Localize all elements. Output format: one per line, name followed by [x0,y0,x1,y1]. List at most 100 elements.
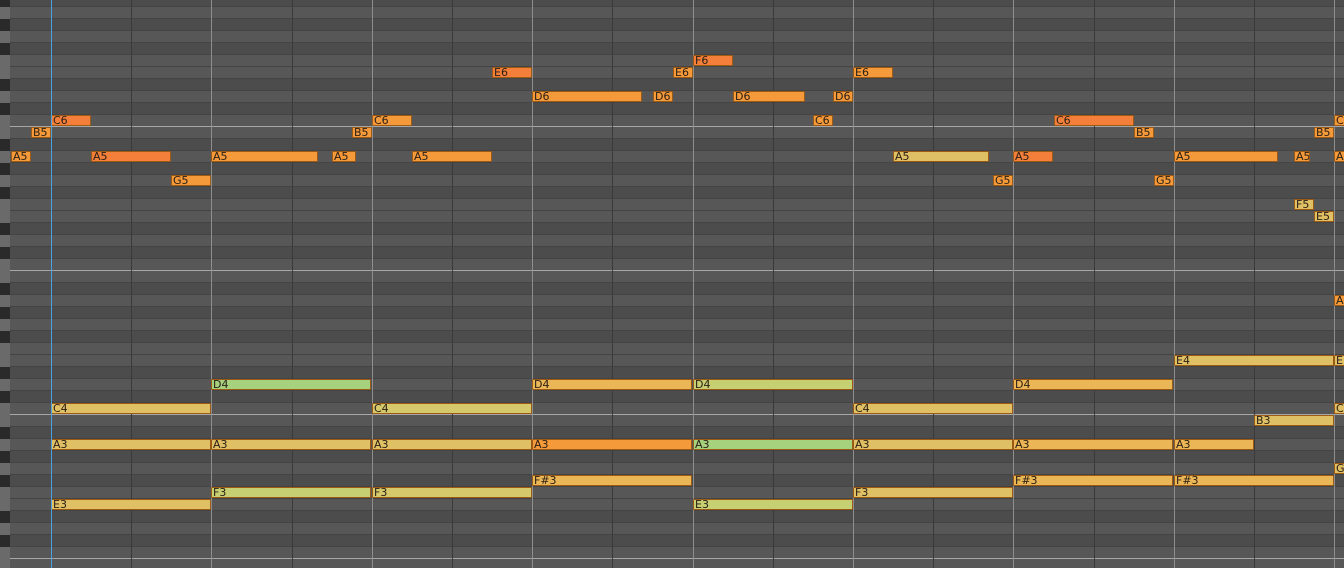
midi-note-c6[interactable]: C6 [1334,115,1344,126]
midi-note-e3[interactable]: E3 [51,499,211,510]
piano-key-a-sharp5[interactable] [0,139,10,151]
piano-key-c-sharp6[interactable] [0,103,10,115]
midi-note-a3[interactable]: A3 [853,439,1013,450]
midi-note-f-sharp3[interactable]: F#3 [532,475,692,486]
piano-key-c6[interactable] [0,115,10,127]
midi-note-f3[interactable]: F3 [211,487,371,498]
midi-note-a5[interactable]: A5 [893,151,989,162]
midi-note-b5[interactable]: B5 [31,127,51,138]
piano-key-c-sharp5[interactable] [0,247,10,259]
piano-key-g-sharp6[interactable] [0,19,10,31]
midi-note-c4[interactable]: C4 [372,403,532,414]
midi-note-a5[interactable]: A5 [91,151,171,162]
piano-key-f-sharp4[interactable] [0,331,10,343]
midi-note-a3[interactable]: A3 [693,439,853,450]
midi-note-b3[interactable]: B3 [1254,415,1334,426]
midi-note-a3[interactable]: A3 [211,439,371,450]
piano-keyboard-strip[interactable] [0,0,10,568]
piano-key-a-sharp6[interactable] [0,0,10,7]
piano-key-c5[interactable] [0,259,10,271]
piano-key-g5[interactable] [0,175,10,187]
piano-key-a6[interactable] [0,7,10,19]
piano-key-d-sharp6[interactable] [0,79,10,91]
midi-note-d4[interactable]: D4 [1013,379,1173,390]
midi-note-g5[interactable]: G5 [993,175,1013,186]
piano-key-b2[interactable] [0,559,10,568]
midi-note-f-sharp3[interactable]: F#3 [1174,475,1334,486]
piano-key-f4[interactable] [0,343,10,355]
midi-note-a4[interactable]: A [1334,295,1344,306]
midi-note-f5[interactable]: F5 [1294,199,1314,210]
midi-note-c4[interactable]: C4 [853,403,1013,414]
piano-key-e5[interactable] [0,211,10,223]
piano-key-d-sharp3[interactable] [0,511,10,523]
piano-key-d3[interactable] [0,523,10,535]
midi-note-e4[interactable]: E4 [1174,355,1334,366]
piano-key-b4[interactable] [0,271,10,283]
piano-key-c3[interactable] [0,547,10,559]
piano-key-e3[interactable] [0,499,10,511]
midi-note-d6[interactable]: D6 [532,91,642,102]
midi-note-d6[interactable]: D6 [653,91,673,102]
piano-roll-editor[interactable]: A5 B5 C6 A5 G5 A5 A5 B5 C6 A5 E6 D6 D6 E6 F6 D6 C6 D6 E6 A5… [0,0,1344,568]
midi-note-a5[interactable]: A5 [11,151,31,162]
piano-key-b5[interactable] [0,127,10,139]
piano-key-f6[interactable] [0,55,10,67]
midi-note-a5[interactable]: A5 [1174,151,1278,162]
piano-key-g-sharp5[interactable] [0,163,10,175]
piano-key-b3[interactable] [0,415,10,427]
midi-note-g3[interactable]: G [1334,463,1344,474]
midi-note-f3[interactable]: F3 [372,487,532,498]
midi-note-c4[interactable]: C4 [51,403,211,414]
midi-note-g5[interactable]: G5 [1154,175,1174,186]
piano-key-e6[interactable] [0,67,10,79]
midi-note-f-sharp3[interactable]: F#3 [1013,475,1173,486]
piano-key-f5[interactable] [0,199,10,211]
piano-key-f-sharp3[interactable] [0,475,10,487]
midi-note-a3[interactable]: A3 [372,439,532,450]
midi-note-c6[interactable]: C6 [1054,115,1134,126]
piano-key-g4[interactable] [0,319,10,331]
midi-note-a5[interactable]: A5 [1294,151,1310,162]
midi-note-g5[interactable]: G5 [171,175,211,186]
midi-note-a5[interactable]: A5 [1013,151,1053,162]
midi-note-d6[interactable]: D6 [833,91,853,102]
piano-key-a3[interactable] [0,439,10,451]
midi-note-d4[interactable]: D4 [532,379,692,390]
piano-key-g-sharp4[interactable] [0,307,10,319]
piano-key-f3[interactable] [0,487,10,499]
midi-note-a3[interactable]: A3 [1013,439,1173,450]
midi-note-b5[interactable]: B5 [1134,127,1154,138]
midi-note-e5[interactable]: E5 [1314,211,1334,222]
midi-note-c6[interactable]: C6 [372,115,412,126]
midi-note-f3[interactable]: F3 [853,487,1013,498]
playhead-cursor[interactable] [51,0,52,568]
midi-note-e6[interactable]: E6 [853,67,893,78]
piano-key-d4[interactable] [0,379,10,391]
piano-key-c-sharp3[interactable] [0,535,10,547]
midi-note-f6[interactable]: F6 [693,55,733,66]
piano-key-g-sharp3[interactable] [0,451,10,463]
midi-note-a3[interactable]: A3 [532,439,692,450]
midi-note-b5[interactable]: B5 [1314,127,1334,138]
midi-note-c4[interactable]: C [1334,403,1344,414]
midi-note-d4[interactable]: D4 [693,379,853,390]
midi-note-a3[interactable]: A3 [1174,439,1254,450]
midi-note-a5[interactable]: A5 [412,151,492,162]
midi-note-e4[interactable]: E [1334,355,1344,366]
piano-key-d-sharp4[interactable] [0,367,10,379]
piano-key-d5[interactable] [0,235,10,247]
piano-key-f-sharp6[interactable] [0,43,10,55]
midi-note-c6[interactable]: C6 [813,115,833,126]
midi-note-d6[interactable]: D6 [733,91,805,102]
piano-key-f-sharp5[interactable] [0,187,10,199]
piano-key-g3[interactable] [0,463,10,475]
midi-note-a5[interactable]: A5 [1334,151,1344,162]
piano-key-c4[interactable] [0,403,10,415]
piano-key-g6[interactable] [0,31,10,43]
piano-key-e4[interactable] [0,355,10,367]
midi-note-a3[interactable]: A3 [51,439,211,450]
midi-note-e3[interactable]: E3 [693,499,853,510]
piano-key-d6[interactable] [0,91,10,103]
midi-note-e6[interactable]: E6 [492,67,532,78]
